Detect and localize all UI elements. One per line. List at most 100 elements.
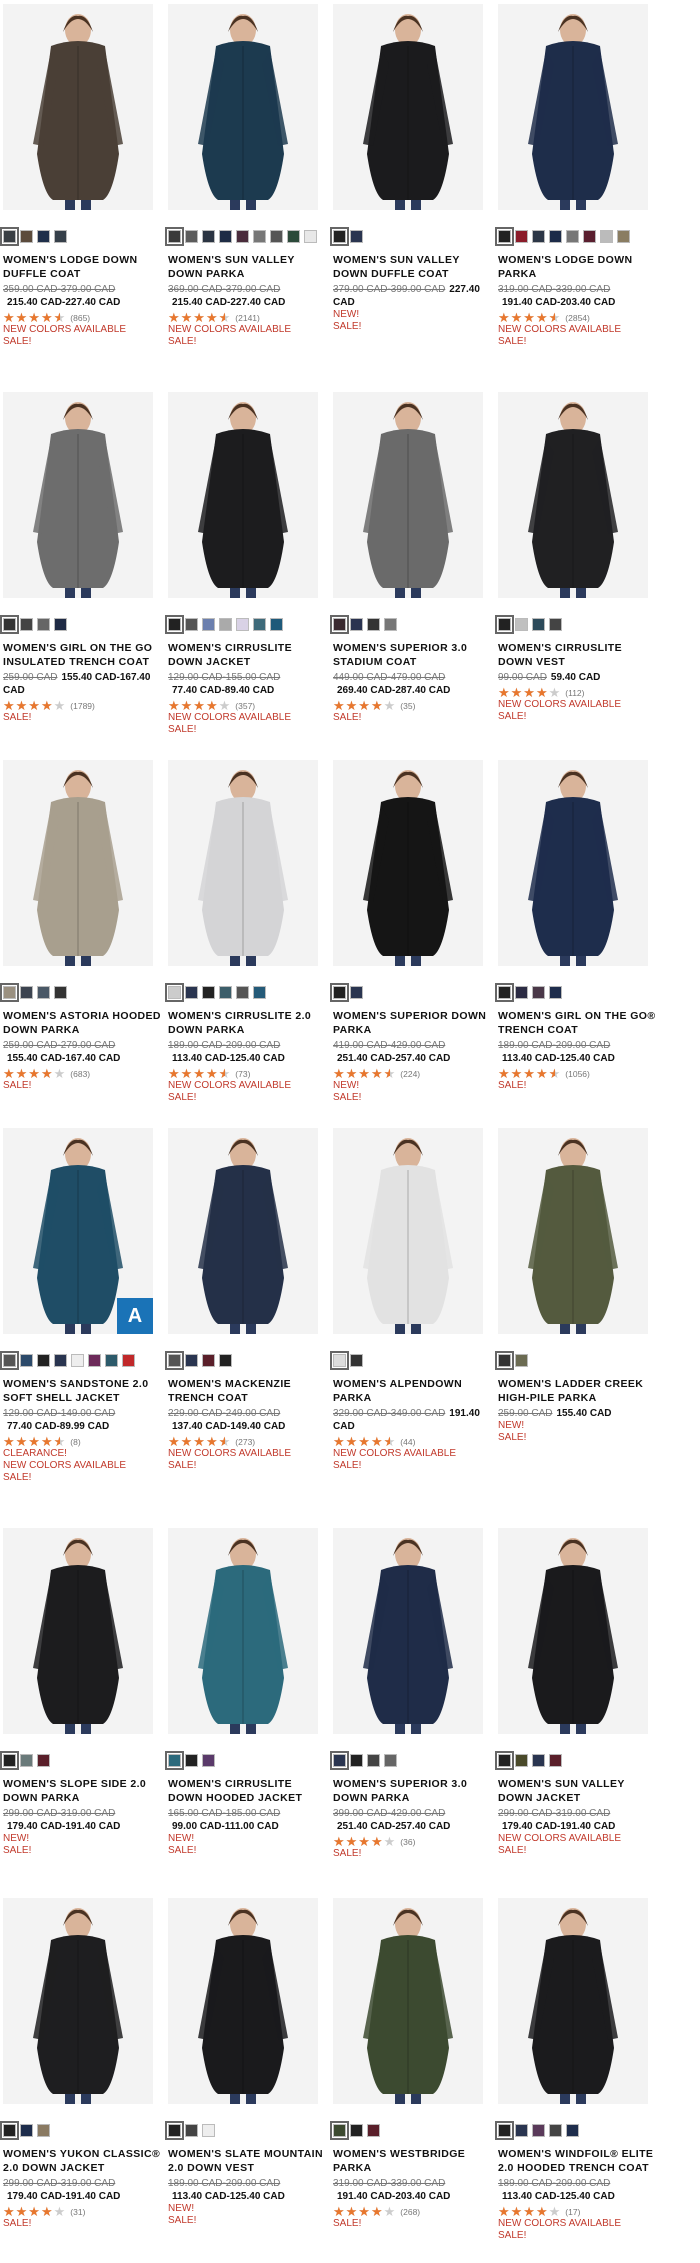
star-rating[interactable]: ★★★★★★★★★★(36): [333, 1835, 493, 1848]
star-rating[interactable]: ★★★★★★★★★★(683): [3, 1067, 163, 1080]
product-card[interactable]: WOMEN'S ASTORIA HOODED DOWN PARKA 259.00 …: [0, 760, 163, 1092]
product-photo[interactable]: [498, 1898, 648, 2104]
product-card[interactable]: WOMEN'S SUN VALLEY DOWN DUFFLE COAT 379.0…: [330, 4, 493, 333]
review-count[interactable]: (865): [70, 313, 90, 323]
color-swatch[interactable]: [185, 986, 198, 999]
product-name[interactable]: WOMEN'S CIRRUSLITE DOWN VEST: [498, 641, 658, 669]
product-card[interactable]: WOMEN'S LADDER CREEK HIGH-PILE PARKA 259.…: [495, 1128, 658, 1444]
color-swatch[interactable]: [165, 1351, 184, 1370]
product-name[interactable]: WOMEN'S LODGE DOWN PARKA: [498, 253, 658, 281]
product-card[interactable]: WOMEN'S YUKON CLASSIC® 2.0 DOWN JACKET 29…: [0, 1898, 163, 2230]
color-swatch[interactable]: [236, 230, 249, 243]
color-swatch[interactable]: [495, 1351, 514, 1370]
color-swatch[interactable]: [532, 1754, 545, 1767]
color-swatch[interactable]: [515, 2124, 528, 2137]
product-photo[interactable]: [333, 760, 483, 966]
color-swatch[interactable]: [0, 1751, 19, 1770]
product-card[interactable]: WOMEN'S SLOPE SIDE 2.0 DOWN PARKA 299.00 …: [0, 1528, 163, 1857]
color-swatch[interactable]: [165, 983, 184, 1002]
product-photo[interactable]: [498, 1528, 648, 1734]
color-swatch[interactable]: [202, 1754, 215, 1767]
product-card[interactable]: WOMEN'S SUN VALLEY DOWN PARKA 369.00 CAD-…: [165, 4, 328, 348]
star-rating[interactable]: ★★★★★★★★★★(35): [333, 699, 493, 712]
review-count[interactable]: (35): [400, 701, 415, 711]
star-rating[interactable]: ★★★★★ ★★★★★ (44): [333, 1435, 493, 1448]
review-count[interactable]: (17): [565, 2207, 580, 2217]
product-name[interactable]: WOMEN'S SLOPE SIDE 2.0 DOWN PARKA: [3, 1777, 163, 1805]
product-photo[interactable]: [3, 392, 153, 598]
product-photo[interactable]: [333, 1898, 483, 2104]
star-rating[interactable]: ★★★★★ ★★★★★ (2141): [168, 311, 328, 324]
color-swatch[interactable]: [350, 618, 363, 631]
review-count[interactable]: (112): [565, 688, 584, 698]
color-swatch[interactable]: [0, 227, 19, 246]
color-swatch[interactable]: [219, 1354, 232, 1367]
star-rating[interactable]: ★★★★★★★★★★(268): [333, 2205, 493, 2218]
color-swatch[interactable]: [37, 1354, 50, 1367]
product-name[interactable]: WOMEN'S SUPERIOR DOWN PARKA: [333, 1009, 493, 1037]
product-card[interactable]: WOMEN'S GIRL ON THE GO® TRENCH COAT 189.0…: [495, 760, 658, 1092]
color-swatch[interactable]: [202, 230, 215, 243]
review-count[interactable]: (224): [400, 1069, 420, 1079]
product-photo[interactable]: [3, 1528, 153, 1734]
product-card[interactable]: WOMEN'S CIRRUSLITE DOWN VEST 99.00 CAD 59.…: [495, 392, 658, 723]
product-name[interactable]: WOMEN'S SANDSTONE 2.0 SOFT SHELL JACKET: [3, 1377, 163, 1405]
product-name[interactable]: WOMEN'S LADDER CREEK HIGH-PILE PARKA: [498, 1377, 658, 1405]
product-card[interactable]: WOMEN'S CIRRUSLITE DOWN JACKET 129.00 CAD…: [165, 392, 328, 736]
product-card[interactable]: WOMEN'S WESTBRIDGE PARKA 319.00 CAD-339.0…: [330, 1898, 493, 2230]
product-name[interactable]: WOMEN'S GIRL ON THE GO® TRENCH COAT: [498, 1009, 658, 1037]
color-swatch[interactable]: [367, 2124, 380, 2137]
product-photo[interactable]: [498, 760, 648, 966]
product-name[interactable]: WOMEN'S ASTORIA HOODED DOWN PARKA: [3, 1009, 163, 1037]
star-rating[interactable]: ★★★★★ ★★★★★ (8): [3, 1435, 163, 1448]
color-swatch[interactable]: [350, 2124, 363, 2137]
product-card[interactable]: A WOMEN'S SANDSTONE 2.0 SOFT SHELL JACKET…: [0, 1128, 163, 1484]
product-photo[interactable]: [3, 1898, 153, 2104]
product-photo[interactable]: [168, 1528, 318, 1734]
color-swatch[interactable]: [515, 1754, 528, 1767]
color-swatch[interactable]: [219, 986, 232, 999]
product-card[interactable]: WOMEN'S CIRRUSLITE DOWN HOODED JACKET 165…: [165, 1528, 328, 1857]
color-swatch[interactable]: [219, 230, 232, 243]
product-photo[interactable]: [168, 1128, 318, 1334]
color-swatch[interactable]: [37, 2124, 50, 2137]
color-swatch[interactable]: [330, 615, 349, 634]
review-count[interactable]: (357): [235, 701, 255, 711]
product-card[interactable]: WOMEN'S SLATE MOUNTAIN 2.0 DOWN VEST 189.…: [165, 1898, 328, 2227]
product-card[interactable]: WOMEN'S MACKENZIE TRENCH COAT 229.00 CAD-…: [165, 1128, 328, 1472]
color-swatch[interactable]: [20, 1754, 33, 1767]
review-count[interactable]: (31): [70, 2207, 85, 2217]
color-swatch[interactable]: [532, 230, 545, 243]
color-swatch[interactable]: [165, 2121, 184, 2140]
color-swatch[interactable]: [71, 1354, 84, 1367]
star-rating[interactable]: ★★★★★ ★★★★★ (865): [3, 311, 163, 324]
product-name[interactable]: WOMEN'S SUN VALLEY DOWN DUFFLE COAT: [333, 253, 493, 281]
review-count[interactable]: (1056): [565, 1069, 590, 1079]
color-swatch[interactable]: [384, 618, 397, 631]
color-swatch[interactable]: [253, 618, 266, 631]
color-swatch[interactable]: [532, 618, 545, 631]
star-rating[interactable]: ★★★★★ ★★★★★ (2854): [498, 311, 658, 324]
color-swatch[interactable]: [185, 618, 198, 631]
product-photo[interactable]: [168, 760, 318, 966]
color-swatch[interactable]: [330, 1351, 349, 1370]
star-rating[interactable]: ★★★★★ ★★★★★ (1056): [498, 1067, 658, 1080]
color-swatch[interactable]: [165, 227, 184, 246]
product-photo[interactable]: A: [3, 1128, 153, 1334]
color-swatch[interactable]: [0, 1351, 19, 1370]
product-name[interactable]: WOMEN'S WINDFOIL® ELITE 2.0 HOODED TRENC…: [498, 2147, 658, 2175]
product-photo[interactable]: [498, 1128, 648, 1334]
product-name[interactable]: WOMEN'S CIRRUSLITE 2.0 DOWN PARKA: [168, 1009, 328, 1037]
product-card[interactable]: WOMEN'S WINDFOIL® ELITE 2.0 HOODED TRENC…: [495, 1898, 658, 2242]
color-swatch[interactable]: [20, 618, 33, 631]
product-name[interactable]: WOMEN'S YUKON CLASSIC® 2.0 DOWN JACKET: [3, 2147, 163, 2175]
color-swatch[interactable]: [617, 230, 630, 243]
product-photo[interactable]: [3, 760, 153, 966]
product-name[interactable]: WOMEN'S ALPENDOWN PARKA: [333, 1377, 493, 1405]
color-swatch[interactable]: [185, 2124, 198, 2137]
color-swatch[interactable]: [495, 1751, 514, 1770]
color-swatch[interactable]: [532, 2124, 545, 2137]
product-photo[interactable]: [498, 4, 648, 210]
review-count[interactable]: (683): [70, 1069, 90, 1079]
star-rating[interactable]: ★★★★★★★★★★(357): [168, 699, 328, 712]
